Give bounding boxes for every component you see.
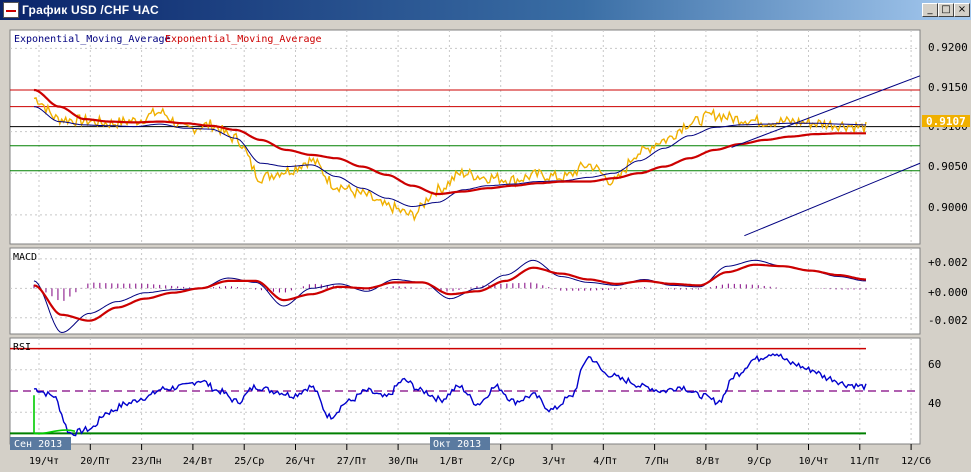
maximize-button[interactable]: □ (938, 3, 954, 17)
window-title: График USD /CHF ЧАС (22, 3, 159, 17)
price-tick: 0.9050 (928, 160, 968, 173)
price-tick: 0.9000 (928, 201, 968, 214)
chart-window-icon (3, 2, 19, 18)
macd-tick: +0.002 (928, 256, 968, 269)
time-tick-label: 30/Пн (388, 456, 418, 467)
macd-label: MACD (13, 252, 37, 263)
rsi-axis: 60 40 (928, 358, 941, 410)
month-tag-sep-text: Сен 2013 (14, 439, 62, 450)
rsi-tick: 60 (928, 358, 941, 371)
time-tick-label: 26/Чт (286, 456, 316, 467)
macd-panel[interactable] (9, 247, 921, 335)
time-tick-label: 3/Чт (542, 456, 566, 467)
time-tick-label: 1/Вт (439, 456, 463, 467)
rsi-label: RSI (13, 342, 31, 353)
close-button[interactable]: × (954, 3, 970, 17)
macd-axis: +0.002 +0.000 -0.002 (928, 256, 968, 327)
time-tick-label: 27/Пт (337, 456, 367, 467)
time-tick-label: 7/Пн (645, 456, 669, 467)
month-tag-oct-text: Окт 2013 (433, 439, 481, 450)
chart-canvas[interactable]: Exponential_Moving_Average Exponential_M… (0, 20, 971, 472)
time-tick-label: 10/Чт (799, 456, 829, 467)
rsi-tick: 40 (928, 397, 941, 410)
time-tick-label: 24/Вт (183, 456, 213, 467)
time-tick-label: 23/Пн (132, 456, 162, 467)
time-tick-label: 12/Сб (901, 455, 931, 467)
time-tick-label: 4/Пт (593, 456, 617, 467)
time-tick-label: 11/Пт (850, 456, 880, 467)
time-tick-label: 25/Ср (234, 456, 264, 467)
macd-tick: +0.000 (928, 286, 968, 299)
window-titlebar[interactable]: График USD /CHF ЧАС _ □ × (0, 0, 971, 20)
current-price-label: 0.9107 (926, 115, 966, 128)
time-tick-label: 9/Ср (747, 456, 771, 467)
time-tick-label: 8/Вт (696, 456, 720, 467)
minimize-button[interactable]: _ (922, 3, 938, 17)
legend-ema-fast: Exponential_Moving_Average (14, 34, 171, 45)
legend-ema-slow: Exponential_Moving_Average (165, 34, 322, 45)
time-tick-label: 19/Чт (29, 456, 59, 467)
price-tick: 0.9150 (928, 81, 968, 94)
macd-tick: -0.002 (928, 314, 968, 327)
time-tick-label: 2/Ср (491, 456, 515, 467)
price-tick: 0.9200 (928, 41, 968, 54)
time-tick-label: 20/Пт (80, 456, 110, 467)
